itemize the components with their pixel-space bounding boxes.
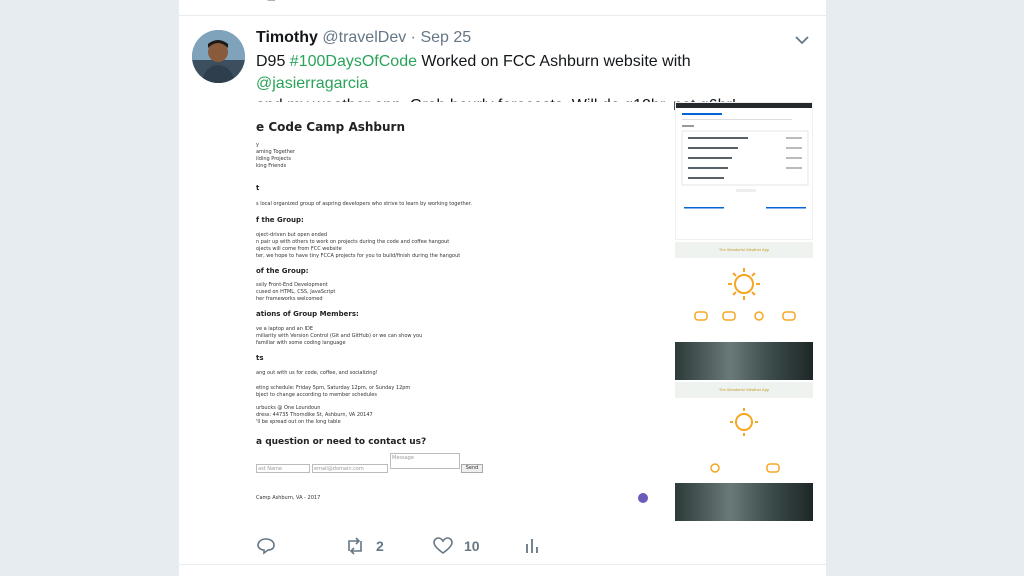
of-group-text: ssily Front-End Development cused on HTM… (256, 282, 336, 302)
timeline: Timothy @travelDev · Sep 25 D95 #100Days… (179, 0, 826, 576)
retweet-count: 2 (376, 538, 384, 554)
display-name[interactable]: Timothy (256, 29, 318, 46)
tweet-actions: 2 10 (256, 533, 556, 559)
analytics-icon (526, 539, 538, 553)
mention-link[interactable]: @jasierragarcia (256, 75, 368, 92)
like-count: 10 (464, 538, 480, 554)
heading-of-group: of the Group: (256, 267, 309, 275)
retweet-button[interactable]: 2 (344, 533, 384, 559)
weather-app-title: The Wonderful Weather App (675, 242, 813, 258)
reply-icon[interactable] (261, 0, 279, 6)
heart-icon (433, 537, 453, 554)
name-field: ast Name (256, 464, 310, 473)
reply-button[interactable] (256, 533, 276, 559)
media-image-weather-app-2[interactable]: The Wonderful Weather App (675, 382, 813, 521)
timestamp[interactable]: Sep 25 (420, 29, 471, 46)
media-image-github-list[interactable] (675, 102, 813, 240)
media-image-weather-app-1[interactable]: The Wonderful Weather App (675, 242, 813, 380)
tweet-text-mid: Worked on FCC Ashburn website with (416, 53, 691, 70)
location-text: urbucks @ One Loundoun dress: 44735 Thor… (256, 405, 373, 425)
github-icon (638, 493, 648, 503)
heading-members: ations of Group Members: (256, 310, 359, 318)
previous-tweet-actions (179, 0, 826, 16)
retweet-icon (348, 537, 362, 555)
message-field: Message (390, 453, 460, 469)
retweet-icon[interactable] (347, 0, 365, 6)
analytics-button[interactable] (524, 533, 540, 559)
heading-about: t (256, 184, 260, 192)
weather-app-title-2: The Wonderful Weather App (675, 382, 813, 398)
events-text: ang out with us for code, coffee, and so… (256, 370, 378, 376)
divider (179, 564, 826, 565)
weather-background-photo (675, 342, 813, 380)
members-text: ve a laptop and an IDE miliarity with Ve… (256, 326, 423, 346)
separator: · (410, 29, 416, 46)
weather-background-photo-2 (675, 483, 813, 521)
hashtag-link[interactable]: #100DaysOfCode (290, 53, 417, 70)
like-button[interactable]: 10 (432, 533, 480, 559)
send-button: Send (461, 464, 483, 473)
schedule-text: eting schedule: Friday 5pm, Saturday 12p… (256, 385, 411, 398)
about-text: s local organized group of aspring devel… (256, 201, 472, 207)
avatar[interactable] (192, 30, 245, 83)
chevron-down-icon[interactable] (793, 31, 811, 49)
group-text: oject-driven but open ended n pair up wi… (256, 232, 461, 259)
tweet[interactable]: Timothy @travelDev · Sep 25 D95 #100Days… (179, 17, 826, 565)
heading-group: f the Group: (256, 216, 304, 224)
email-field: email@domain.com (312, 464, 388, 473)
heart-icon[interactable] (435, 0, 453, 6)
media-grid: e Code Camp Ashburn y aming Together ild… (256, 102, 813, 521)
reply-icon (257, 538, 275, 555)
site-title: e Code Camp Ashburn (256, 120, 406, 134)
contact-heading: a question or need to contact us? (256, 437, 427, 447)
tweet-header: Timothy @travelDev · Sep 25 (256, 29, 471, 47)
site-footer: Camp Ashburn, VA - 2017 (256, 495, 321, 501)
handle[interactable]: @travelDev (322, 29, 406, 46)
intro-text: y aming Together ilding Projects king Fr… (256, 142, 296, 169)
media-image-fcc-website[interactable]: e Code Camp Ashburn y aming Together ild… (256, 102, 673, 521)
heading-events: ts (256, 354, 264, 362)
analytics-icon[interactable] (523, 0, 541, 6)
tweet-text-prefix: D95 (256, 53, 290, 70)
